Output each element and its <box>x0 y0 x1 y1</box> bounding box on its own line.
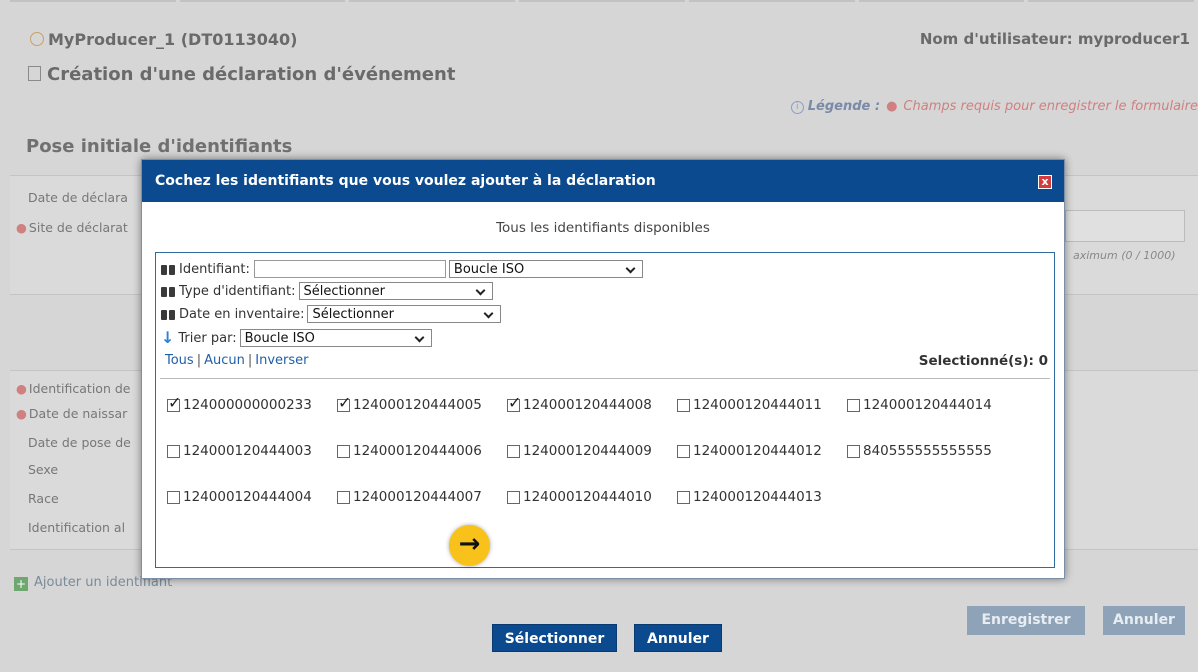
identifier-selection-dialog: Cochez les identifiants que vous voulez … <box>141 159 1065 652</box>
comment-textarea[interactable] <box>1065 210 1185 242</box>
identifier-checkbox-item[interactable]: 124000120444007 <box>337 489 482 505</box>
chevron-down-icon <box>475 285 485 296</box>
identifier-number: 124000120444010 <box>523 489 652 505</box>
producer-name: MyProducer_1 (DT0113040) <box>30 30 297 49</box>
binoculars-icon <box>161 308 175 320</box>
checkbox[interactable] <box>167 490 180 504</box>
user-icon <box>30 32 44 46</box>
cancel-dialog-button[interactable]: Annuler <box>634 624 722 652</box>
form-label: Race <box>28 491 59 506</box>
identifier-number: 124000120444012 <box>693 443 822 459</box>
checkbox[interactable] <box>847 398 860 412</box>
filter-date: Date en inventaire: Sélectionner <box>161 305 502 323</box>
identifier-number: 124000120444007 <box>353 489 482 505</box>
selection-links: Tous | Aucun | Inverser <box>165 353 309 368</box>
checkbox[interactable] <box>677 490 690 504</box>
dialog-title: Cochez les identifiants que vous voulez … <box>155 173 656 189</box>
binoculars-icon <box>161 285 175 297</box>
form-label: Identification al <box>28 520 126 535</box>
identifier-number: 124000120444011 <box>693 397 822 413</box>
identifier-checkbox-item[interactable]: 124000120444003 <box>167 443 312 459</box>
identifier-panel: Identifiant: Boucle ISO Type d'identifia… <box>155 252 1055 652</box>
identifier-number: 124000000000233 <box>183 397 312 413</box>
checkbox[interactable] <box>337 444 350 458</box>
selected-count: Selectionné(s): 0 <box>918 353 1048 369</box>
required-dot-icon: ● <box>886 99 898 114</box>
identifier-number: 124000120444005 <box>353 397 482 413</box>
form-label: ● Identification de <box>16 381 131 396</box>
chevron-down-icon <box>484 308 494 319</box>
arrow-right-icon: → <box>458 529 481 559</box>
page-title: Création d'une déclaration d'événement <box>28 64 455 85</box>
identifier-checkbox-item[interactable]: 124000120444014 <box>847 397 992 413</box>
identifier-number: 124000120444006 <box>353 443 482 459</box>
form-label: Sexe <box>28 462 59 477</box>
identifier-number: 840555555555555 <box>863 443 992 459</box>
plus-icon: + <box>14 577 28 591</box>
select-all-link[interactable]: Tous <box>165 353 194 368</box>
info-icon: i <box>790 101 804 114</box>
filter-sort: ↓ Trier par: Boucle ISO <box>161 329 432 347</box>
checkbox[interactable] <box>167 444 180 458</box>
identifier-checkbox-item[interactable]: 840555555555555 <box>847 443 992 459</box>
identifier-number: 124000120444013 <box>693 489 822 505</box>
checkbox[interactable] <box>677 444 690 458</box>
section-title: Pose initiale d'identifiants <box>26 136 293 157</box>
close-icon[interactable]: x <box>1038 175 1052 189</box>
identifier-number: 124000120444003 <box>183 443 312 459</box>
checkbox[interactable] <box>507 444 520 458</box>
filter-identifier: Identifiant: Boucle ISO <box>161 260 643 278</box>
dialog-subtitle: Tous les identifiants disponibles <box>496 220 710 236</box>
identifier-checkbox-item[interactable]: 124000120444010 <box>507 489 652 505</box>
save-button[interactable]: Enregistrer <box>967 606 1085 635</box>
select-button[interactable]: Sélectionner <box>492 624 617 652</box>
filter-type: Type d'identifiant: Sélectionner <box>161 282 493 300</box>
checkbox[interactable] <box>337 490 350 504</box>
cancel-button[interactable]: Annuler <box>1103 606 1185 635</box>
form-label: Date de pose de <box>28 435 131 450</box>
checkbox[interactable] <box>167 393 181 412</box>
identifier-checkbox-item[interactable]: 124000120444005 <box>337 393 482 413</box>
checkbox[interactable] <box>507 490 520 504</box>
invert-selection-link[interactable]: Inverser <box>255 353 308 368</box>
form-label: ● Site de déclarat <box>16 220 128 235</box>
identifier-checkbox-item[interactable]: 124000120444013 <box>677 489 822 505</box>
document-icon <box>28 66 41 81</box>
dialog-header: Cochez les identifiants que vous voulez … <box>142 160 1064 202</box>
identifier-type-select[interactable]: Boucle ISO <box>448 260 643 278</box>
divider <box>160 378 1050 379</box>
chevron-down-icon <box>414 332 425 343</box>
checkbox[interactable] <box>507 393 521 412</box>
identifier-number: 124000120444009 <box>523 443 652 459</box>
identifier-checkbox-item[interactable]: 124000120444012 <box>677 443 822 459</box>
checkbox[interactable] <box>337 393 351 412</box>
select-none-link[interactable]: Aucun <box>204 353 245 368</box>
form-label: ● Date de naissar <box>16 406 128 421</box>
char-counter: aximum (0 / 1000) <box>1073 249 1176 262</box>
identifier-checkbox-item[interactable]: 124000120444009 <box>507 443 652 459</box>
identifier-number: 124000120444014 <box>863 397 992 413</box>
chevron-down-icon <box>625 263 636 274</box>
binoculars-icon <box>161 263 175 275</box>
checkbox[interactable] <box>677 398 690 412</box>
legend: i Légende : ● Champs requis pour enregistre… <box>790 99 1198 114</box>
top-tabs <box>10 0 1198 8</box>
identifier-number: 124000120444008 <box>523 397 652 413</box>
username: Nom d'utilisateur: myproducer1 <box>919 30 1190 48</box>
identifier-checkbox-item[interactable]: 124000120444011 <box>677 397 822 413</box>
form-label: Date de déclara <box>28 190 128 205</box>
sort-select[interactable]: Boucle ISO <box>239 329 432 347</box>
identifier-checkbox-item[interactable]: 124000000000233 <box>167 393 312 413</box>
identifier-input[interactable] <box>253 260 446 278</box>
date-select[interactable]: Sélectionner <box>307 305 502 323</box>
identifier-checkbox-item[interactable]: 124000120444008 <box>507 393 652 413</box>
identifier-number: 124000120444004 <box>183 489 312 505</box>
identifier-checkbox-item[interactable]: 124000120444004 <box>167 489 312 505</box>
checkbox[interactable] <box>847 444 860 458</box>
highlight-marker: → <box>449 525 490 566</box>
sort-arrow-icon: ↓ <box>161 328 175 347</box>
identifier-checkbox-item[interactable]: 124000120444006 <box>337 443 482 459</box>
type-select[interactable]: Sélectionner <box>298 282 493 300</box>
